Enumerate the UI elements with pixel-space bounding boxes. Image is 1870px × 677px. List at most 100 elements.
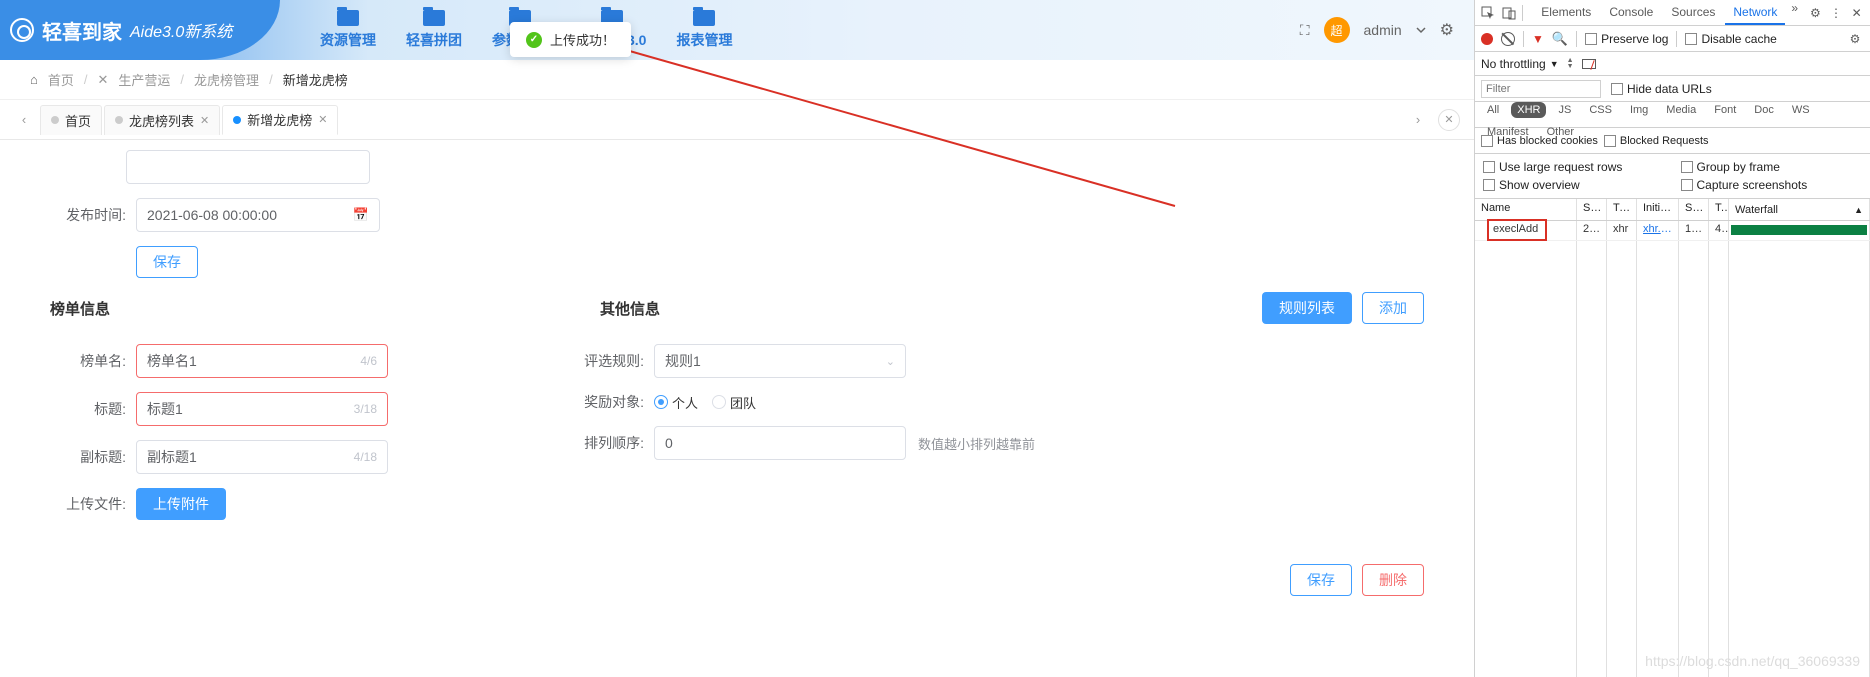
device-icon[interactable]: [1502, 4, 1517, 22]
tab-home[interactable]: 首页: [40, 105, 102, 135]
nav-resource[interactable]: 资源管理: [320, 10, 376, 50]
filter-input[interactable]: [1481, 80, 1601, 98]
more-tabs-icon[interactable]: »: [1787, 1, 1802, 25]
type-js[interactable]: JS: [1552, 102, 1577, 118]
close-icon[interactable]: ✕: [318, 113, 327, 126]
footer-delete-button[interactable]: 删除: [1362, 564, 1424, 596]
tab-prev-icon[interactable]: ‹: [14, 105, 34, 135]
kebab-icon[interactable]: ⋮: [1829, 4, 1844, 22]
chevron-down-icon[interactable]: [1416, 23, 1426, 38]
col-status[interactable]: St...: [1577, 199, 1607, 220]
devtools-panel: Elements Console Sources Network » ⚙ ⋮ ✕…: [1474, 0, 1870, 677]
devtools-tab-sources[interactable]: Sources: [1663, 1, 1723, 25]
bc-home[interactable]: 首页: [48, 70, 74, 89]
radio-icon: [654, 395, 668, 409]
publish-time-input[interactable]: 2021-06-08 00:00:00 📅: [136, 198, 380, 232]
app-header: 轻喜到家 Aide3.0新系统 资源管理 轻喜拼团 参数管理 OA系统3.0 报…: [0, 0, 1474, 60]
bc-seg2[interactable]: 龙虎榜管理: [194, 70, 259, 89]
network-conditions-icon[interactable]: [1582, 59, 1596, 69]
filter-row: Hide data URLs: [1475, 76, 1870, 102]
blank-input[interactable]: [126, 150, 370, 184]
close-all-tabs-icon[interactable]: ✕: [1438, 109, 1460, 131]
rule-list-button[interactable]: 规则列表: [1262, 292, 1352, 324]
col-size[interactable]: Size: [1679, 199, 1709, 220]
gear-icon[interactable]: ⚙: [1808, 4, 1823, 22]
type-ws[interactable]: WS: [1786, 102, 1816, 118]
radio-individual[interactable]: 个人: [654, 393, 698, 412]
col-time[interactable]: T...: [1709, 199, 1729, 220]
throttling-select[interactable]: No throttling ▼: [1481, 57, 1559, 71]
upload-button[interactable]: 上传附件: [136, 488, 226, 520]
search-icon[interactable]: 🔍: [1552, 31, 1568, 47]
subtitle-input[interactable]: 副标题1 4/18: [136, 440, 388, 474]
rule-select[interactable]: 规则1 ⌄: [654, 344, 906, 378]
devtools-tab-network[interactable]: Network: [1725, 1, 1785, 25]
page-content: 发布时间: 2021-06-08 00:00:00 📅 保存 榜单信息 其他信息…: [0, 140, 1474, 677]
devtools-top-bar: Elements Console Sources Network » ⚙ ⋮ ✕: [1475, 0, 1870, 26]
tab-list[interactable]: 龙虎榜列表✕: [104, 105, 220, 135]
footer-save-button[interactable]: 保存: [1290, 564, 1352, 596]
fullscreen-icon[interactable]: ⛶: [1300, 22, 1310, 39]
nav-report[interactable]: 报表管理: [676, 10, 732, 50]
close-icon[interactable]: ✕: [1849, 4, 1864, 22]
save-button[interactable]: 保存: [136, 246, 198, 278]
avatar[interactable]: 超: [1324, 17, 1350, 43]
type-media[interactable]: Media: [1660, 102, 1702, 118]
display-options: Use large request rows Show overview Gro…: [1475, 154, 1870, 199]
bc-seg1[interactable]: 生产营运: [118, 70, 170, 89]
col-name[interactable]: Name: [1475, 199, 1577, 220]
nav-group[interactable]: 轻喜拼团: [406, 10, 462, 50]
type-xhr[interactable]: XHR: [1511, 102, 1546, 118]
col-waterfall[interactable]: Waterfall▲: [1729, 199, 1870, 220]
home-icon[interactable]: ⌂: [30, 72, 38, 87]
radio-team[interactable]: 团队: [712, 393, 756, 412]
tab-dot-icon: [115, 116, 123, 124]
close-icon[interactable]: ✕: [200, 114, 209, 127]
devtools-tab-elements[interactable]: Elements: [1533, 1, 1599, 25]
hide-data-urls-checkbox[interactable]: Hide data URLs: [1611, 82, 1712, 96]
tabs-bar: ‹ 首页 龙虎榜列表✕ 新增龙虎榜✕ › ✕: [0, 100, 1474, 140]
sort-icon: ▲: [1854, 205, 1863, 215]
list-name-input[interactable]: 榜单名1 4/6: [136, 344, 388, 378]
type-css[interactable]: CSS: [1583, 102, 1618, 118]
blocked-requests-checkbox[interactable]: Blocked Requests: [1604, 135, 1709, 147]
gear-icon[interactable]: ⚙: [1846, 30, 1864, 48]
capture-ss-checkbox[interactable]: Capture screenshots: [1681, 178, 1808, 192]
title-input[interactable]: 标题1 3/18: [136, 392, 388, 426]
inspect-icon[interactable]: [1481, 4, 1496, 22]
tab-add[interactable]: 新增龙虎榜✕: [222, 105, 338, 135]
group-frame-checkbox[interactable]: Group by frame: [1681, 160, 1780, 174]
preserve-log-checkbox[interactable]: Preserve log: [1585, 32, 1668, 46]
type-doc[interactable]: Doc: [1748, 102, 1780, 118]
col-initiator[interactable]: Initiator: [1637, 199, 1679, 220]
col-type[interactable]: Ty...: [1607, 199, 1637, 220]
title-label: 标题:: [50, 399, 136, 419]
reward-label: 奖励对象:: [568, 392, 654, 412]
type-img[interactable]: Img: [1624, 102, 1654, 118]
devtools-tab-console[interactable]: Console: [1601, 1, 1661, 25]
type-all[interactable]: All: [1481, 102, 1505, 118]
disable-cache-checkbox[interactable]: Disable cache: [1685, 32, 1776, 46]
settings-icon: ✕: [98, 72, 109, 88]
calendar-icon[interactable]: 📅: [353, 207, 369, 223]
radio-icon: [712, 395, 726, 409]
blocked-filter-row: Has blocked cookies Blocked Requests: [1475, 128, 1870, 154]
show-overview-checkbox[interactable]: Show overview: [1483, 178, 1580, 192]
record-icon[interactable]: [1481, 33, 1493, 45]
add-button[interactable]: 添加: [1362, 292, 1424, 324]
order-hint: 数值越小排列越靠前: [918, 434, 1035, 453]
gear-icon[interactable]: ⚙: [1440, 20, 1454, 40]
order-input[interactable]: 0: [654, 426, 906, 460]
filter-icon[interactable]: ▼: [1532, 32, 1544, 46]
toast-text: 上传成功！: [550, 30, 615, 49]
folder-icon: [423, 10, 445, 26]
folder-icon: [693, 10, 715, 26]
has-blocked-cookies-checkbox[interactable]: Has blocked cookies: [1481, 135, 1598, 147]
large-rows-checkbox[interactable]: Use large request rows: [1483, 160, 1622, 174]
annotation-highlight: [1487, 219, 1547, 241]
tab-next-icon[interactable]: ›: [1408, 105, 1428, 135]
tab-dot-icon: [233, 116, 241, 124]
type-font[interactable]: Font: [1708, 102, 1742, 118]
import-export-icon[interactable]: ▲▼: [1567, 58, 1574, 70]
clear-icon[interactable]: [1501, 32, 1515, 46]
